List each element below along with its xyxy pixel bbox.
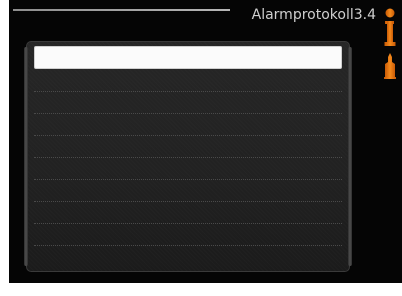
alarm-log-entry[interactable] <box>34 246 342 267</box>
alarm-log-entry[interactable] <box>34 158 342 180</box>
title-text: Alarmprotokoll <box>251 7 354 23</box>
screen-title: Alarmprotokoll3.4 <box>228 6 376 24</box>
alarm-log-entry[interactable] <box>34 202 342 224</box>
alarm-log-entry-selected[interactable] <box>34 46 342 69</box>
alarm-log-entry[interactable] <box>34 136 342 158</box>
menu-icon[interactable] <box>383 52 397 80</box>
menu-number: 3.4 <box>353 7 376 23</box>
alarm-log-entry[interactable] <box>34 92 342 114</box>
alarm-log-entry[interactable] <box>34 70 342 92</box>
title-divider <box>13 9 230 11</box>
alarm-log-entry[interactable] <box>34 114 342 136</box>
display-screen: Alarmprotokoll3.4 <box>9 0 402 283</box>
info-icon[interactable] <box>383 8 397 48</box>
alarm-log-entry[interactable] <box>34 224 342 246</box>
alarm-log-entry[interactable] <box>34 180 342 202</box>
alarm-log-list <box>24 41 352 272</box>
